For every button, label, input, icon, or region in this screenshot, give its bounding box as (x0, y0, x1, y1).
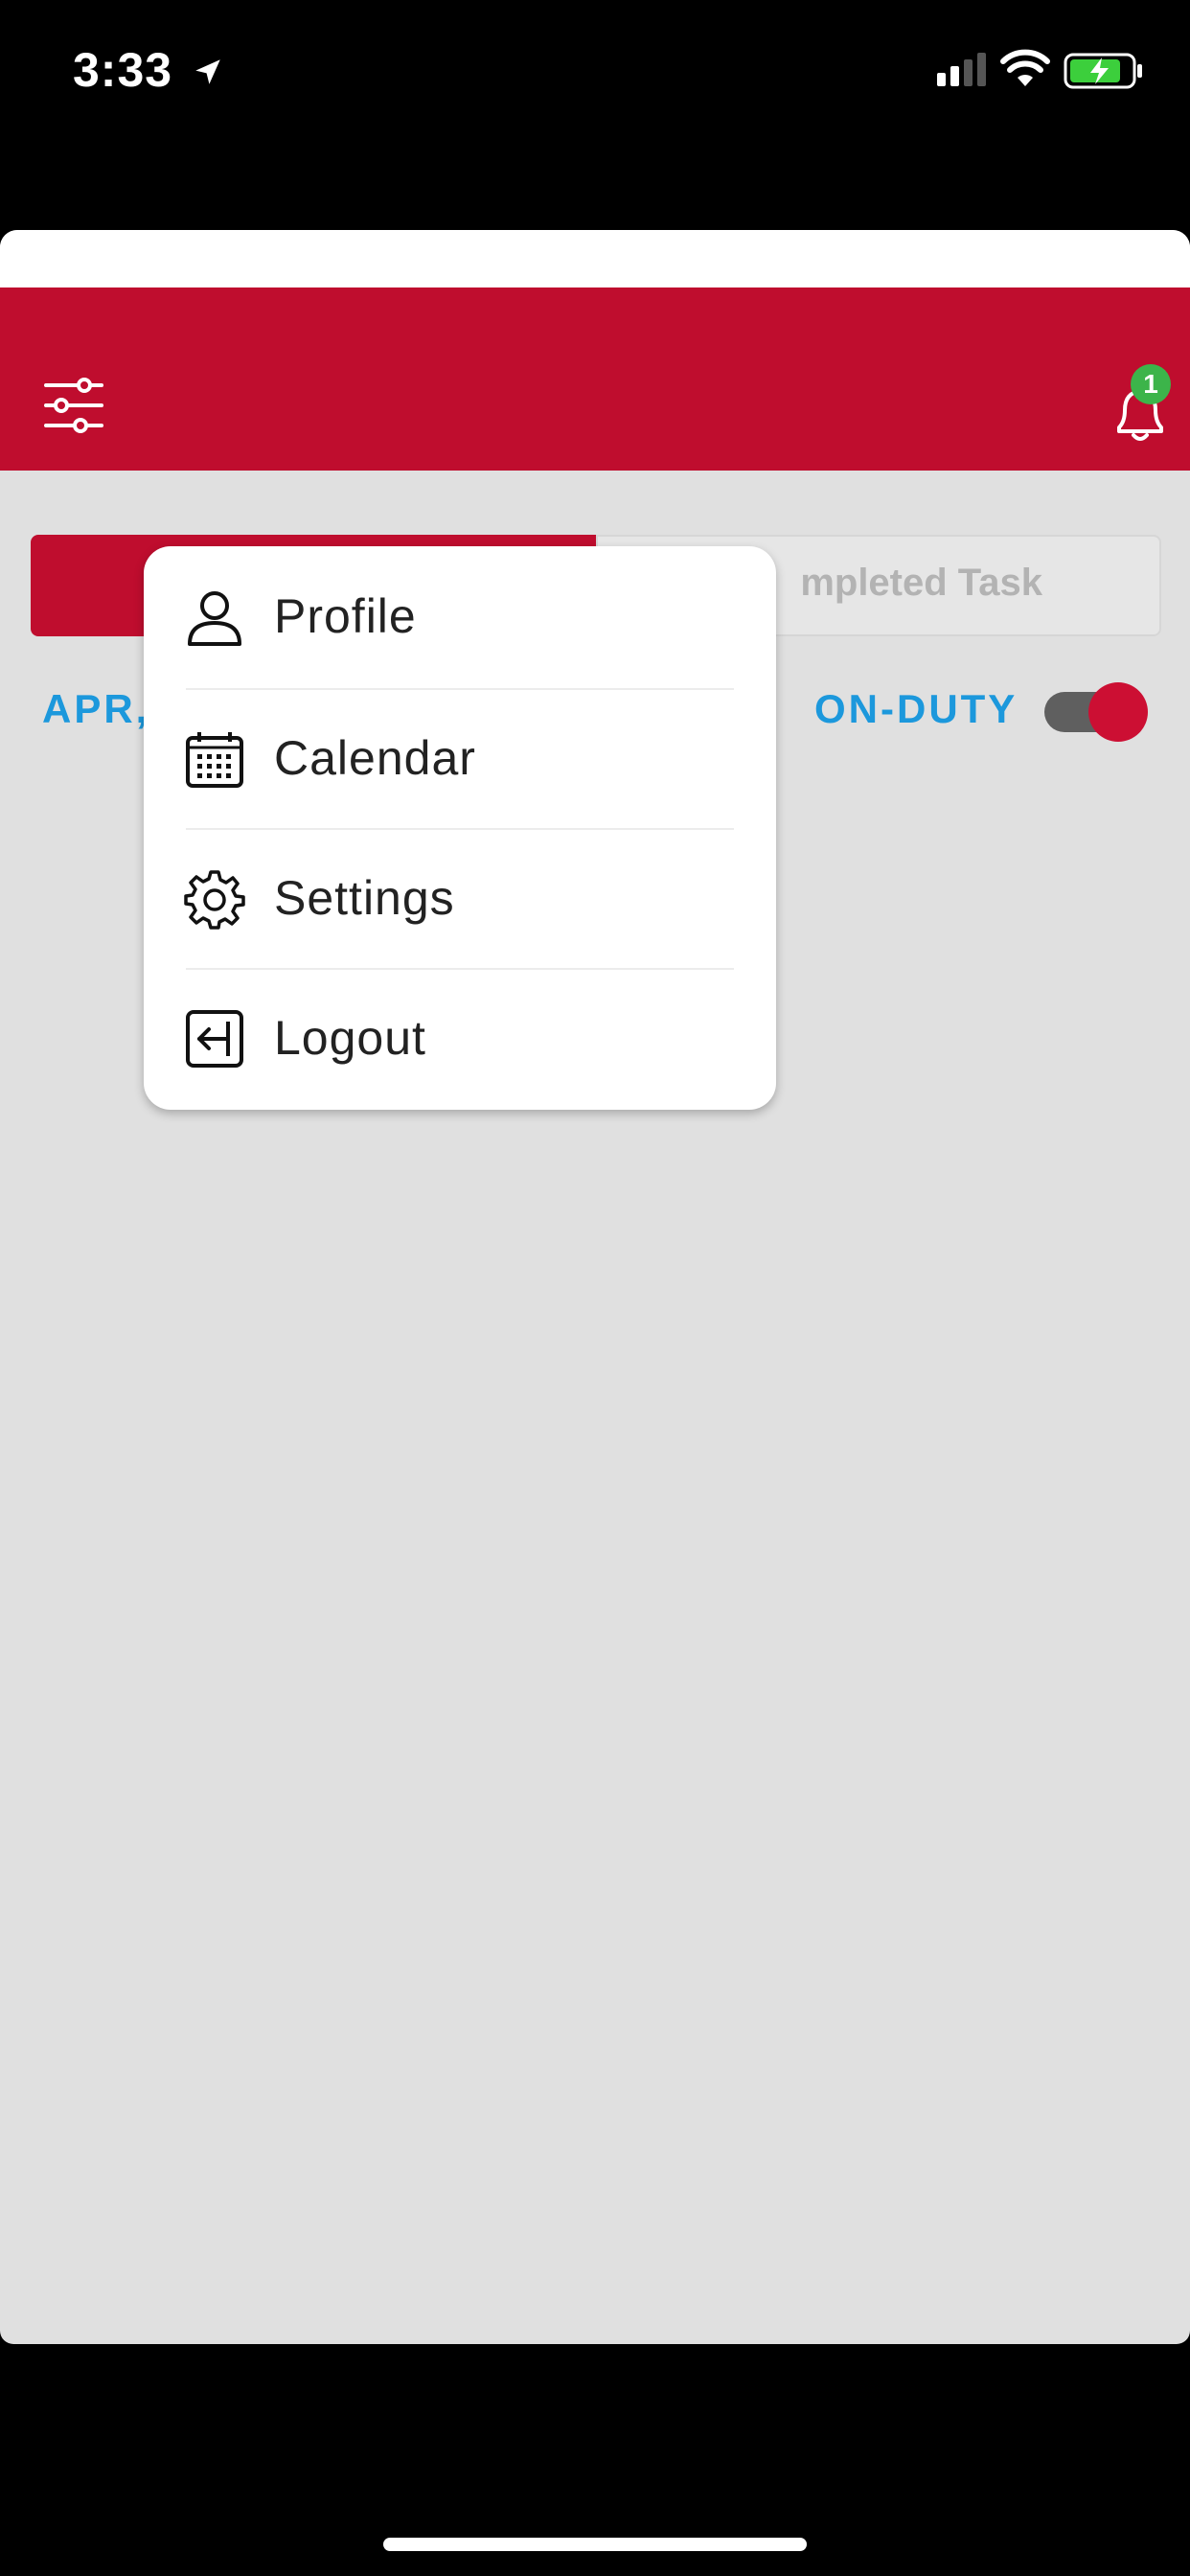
on-duty-label: ON-DUTY (814, 686, 1018, 731)
menu-item-settings[interactable]: Settings (144, 828, 776, 968)
tab-completed-task-label: mpleted Task (800, 562, 1042, 604)
menu-item-logout[interactable]: Logout (144, 968, 776, 1108)
duty-toggle-knob[interactable] (1088, 682, 1148, 742)
signal-icon (937, 53, 986, 86)
home-indicator[interactable] (383, 2538, 807, 2551)
menu-item-label: Calendar (274, 731, 476, 785)
notification-badge: 1 (1131, 364, 1171, 404)
app-header (0, 288, 1190, 471)
menu-item-label: Profile (274, 589, 417, 643)
status-bar: 3:33 (0, 0, 1190, 144)
menu-item-label: Logout (274, 1011, 426, 1065)
calendar-icon (186, 732, 243, 788)
app-screen: 1 mpleted Task APR, ON-DUTY Profile Cale… (0, 230, 1190, 2344)
top-strip (0, 230, 1190, 288)
user-icon (188, 591, 241, 646)
battery-charging-icon (1064, 53, 1142, 89)
menu-item-calendar[interactable]: Calendar (144, 688, 776, 828)
location-arrow-icon (195, 59, 220, 84)
date-label: APR, (42, 686, 150, 731)
wifi-icon (1000, 49, 1050, 86)
status-time: 3:33 (73, 43, 173, 97)
sliders-icon[interactable] (42, 374, 105, 437)
gear-icon (184, 870, 245, 930)
menu-item-profile[interactable]: Profile (144, 546, 776, 686)
logout-icon (186, 1010, 243, 1068)
menu-item-label: Settings (274, 871, 455, 925)
dropdown-menu: Profile Calendar Settings Logout (144, 546, 776, 1110)
